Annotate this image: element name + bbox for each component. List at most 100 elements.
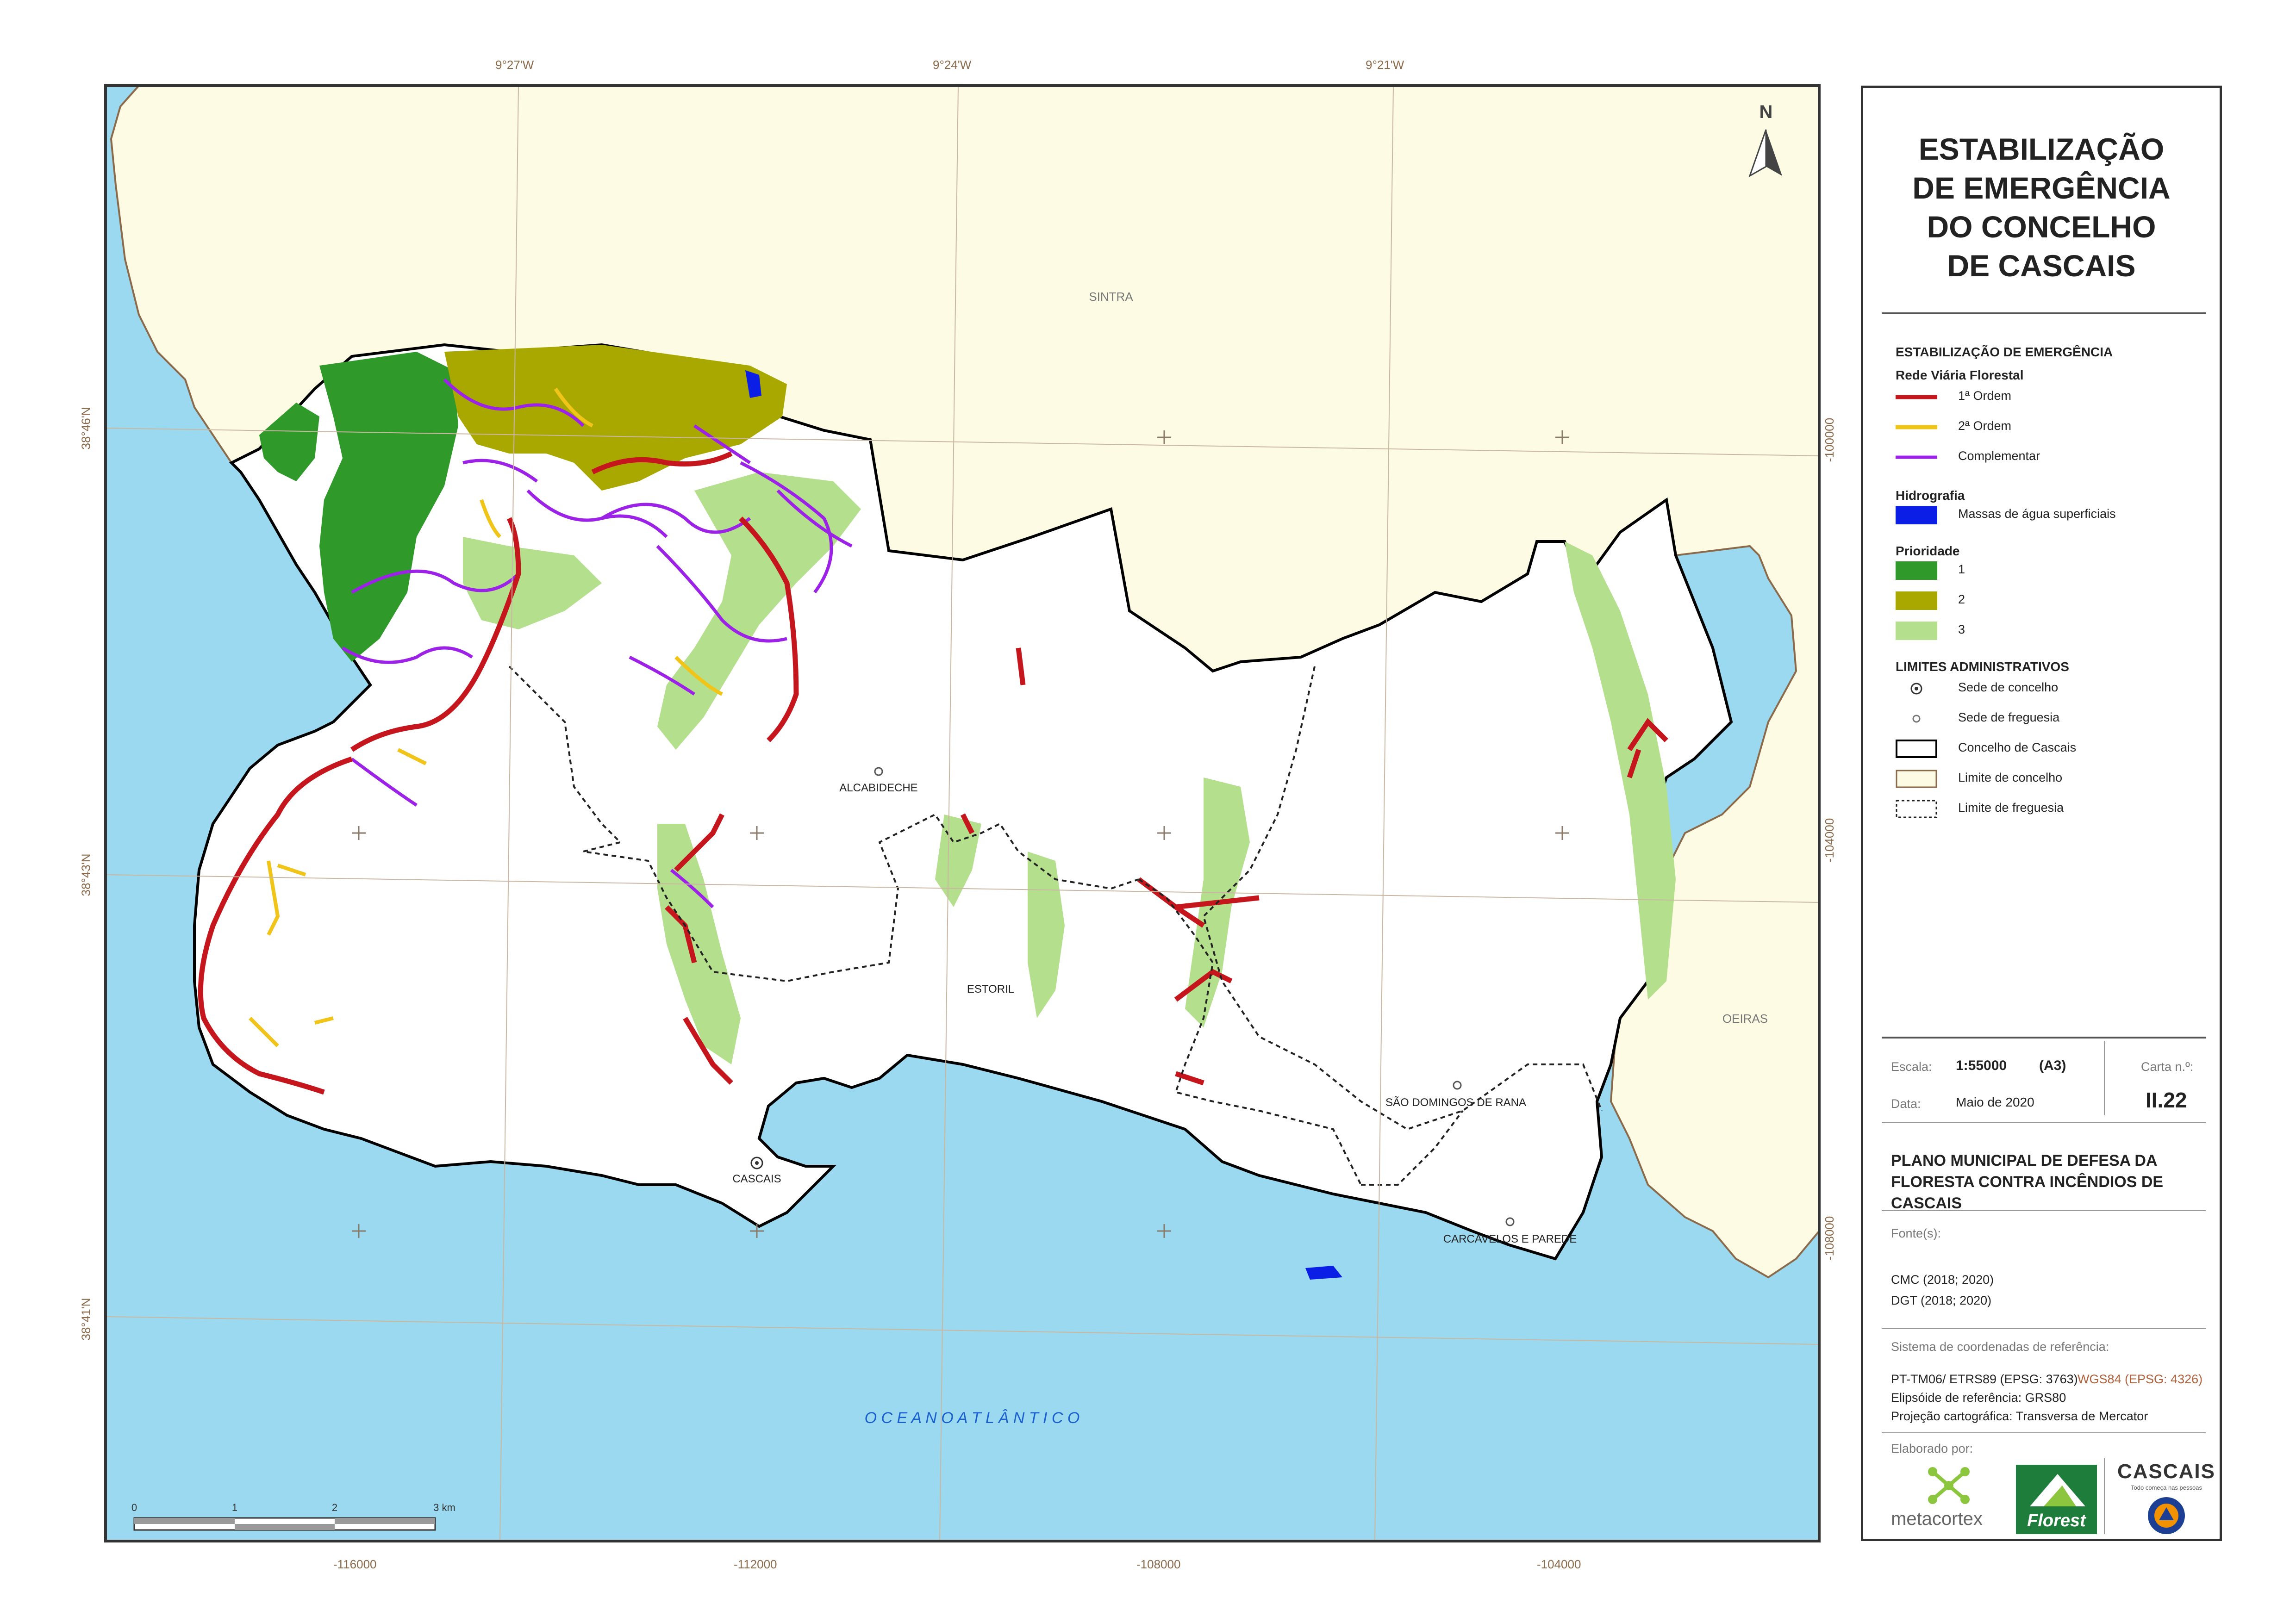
title-line-2: DE EMERGÊNCIA [1912, 171, 2171, 205]
elaborado-label: Elaborado por: [1891, 1442, 1973, 1455]
legend-label: Limite de concelho [1958, 771, 2063, 784]
scale-1: 1 [232, 1502, 237, 1513]
srs-projection: Projeção cartográfica: Transversa de Mer… [1891, 1409, 2148, 1423]
road-red-icon [1896, 395, 1937, 399]
florest-logo: Florest [2016, 1465, 2097, 1534]
legend-label: Limite de freguesia [1958, 801, 2064, 815]
label-alcabideche: ALCABIDECHE [839, 782, 917, 794]
legend-prioridade-title: Prioridade [1896, 544, 1960, 558]
fonte-2: DGT (2018; 2020) [1891, 1293, 1992, 1307]
legend-label: Sede de concelho [1958, 680, 2059, 694]
data-label: Data: [1891, 1097, 1921, 1111]
divider [1882, 1122, 2206, 1123]
map-canvas: SINTRA OEIRAS O C E A N O A T L Â N T I … [104, 84, 1821, 1542]
metacortex-icon [1928, 1467, 1970, 1504]
road-purple-icon [1896, 455, 1937, 459]
metacortex-logo: metacortex [1891, 1465, 2011, 1530]
coord-right-2: -104000 [1822, 818, 1837, 863]
coord-top-3: 9°21'W [1366, 58, 1404, 72]
fontes-label: Fonte(s): [1891, 1226, 1941, 1240]
map-title: ESTABILIZAÇÃO DE EMERGÊNCIA DO CONCELHO … [1863, 130, 2220, 285]
coord-left-2: 38°43'N [79, 853, 93, 896]
srs-label: Sistema de coordenadas de referência: [1891, 1340, 2109, 1354]
label-sintra: SINTRA [1089, 290, 1133, 304]
legend-label: Concelho de Cascais [1958, 740, 2077, 754]
coord-bottom-1: -116000 [333, 1557, 377, 1571]
coord-top-2: 9°24'W [933, 58, 972, 72]
fonte-1: CMC (2018; 2020) [1891, 1273, 1994, 1287]
water-swatch-icon [1896, 506, 1937, 524]
florest-text: Florest [2027, 1511, 2086, 1530]
sede-freguesia-icon [1912, 715, 1921, 723]
scale-3: 3 km [433, 1502, 455, 1513]
divider [1882, 312, 2206, 314]
legend-label: 1 [1958, 562, 1965, 576]
label-estoril: ESTORIL [967, 983, 1014, 995]
plan-line-1: PLANO MUNICIPAL DE DEFESA DA [1891, 1152, 2158, 1169]
legend-label: Complementar [1958, 449, 2040, 463]
label-sao-domingos: SÃO DOMINGOS DE RANA [1385, 1096, 1526, 1109]
carta-label: Carta n.º: [2141, 1060, 2194, 1074]
coord-left-3: 38°41'N [79, 1298, 93, 1341]
legend-label: Massas de água superficiais [1958, 507, 2116, 521]
legend-item-limite-freguesia: Limite de freguesia [1896, 796, 2210, 820]
title-line-3: DO CONCELHO [1927, 210, 2156, 244]
divider [1882, 1037, 2206, 1038]
coord-right-1: -100000 [1822, 417, 1837, 462]
priority-3-swatch-icon [1896, 622, 1937, 640]
divider [1882, 1210, 2206, 1211]
legend-limites-title: LIMITES ADMINISTRATIVOS [1896, 659, 2069, 674]
metacortex-text: metacortex [1891, 1509, 1983, 1529]
escala-value: 1:55000 [1956, 1058, 2007, 1073]
scale-0: 0 [131, 1502, 137, 1513]
srs-wgs: WGS84 (EPSG: 4326) [2078, 1372, 2203, 1386]
north-arrow-label: N [1759, 102, 1773, 122]
legend-item-p3: 3 [1896, 618, 2210, 642]
data-value: Maio de 2020 [1956, 1095, 2034, 1109]
label-cascais: CASCAIS [732, 1173, 781, 1185]
escala-label: Escala: [1891, 1060, 1932, 1074]
legend-label: 3 [1958, 622, 1965, 636]
legend-item-p1: 1 [1896, 558, 2210, 582]
legend-item-ordem2: 2ª Ordem [1896, 414, 2210, 438]
sede-concelho-marker [755, 1161, 759, 1165]
scale-2: 2 [332, 1502, 337, 1513]
road-yellow-icon [1896, 425, 1937, 429]
plan-title: PLANO MUNICIPAL DE DEFESA DA FLORESTA CO… [1891, 1150, 2220, 1214]
coord-bottom-4: -104000 [1537, 1557, 1581, 1571]
label-ocean: O C E A N O A T L Â N T I C O [865, 1409, 1080, 1427]
legend-rede-title: Rede Viária Florestal [1896, 368, 2024, 382]
logo-divider [2104, 1458, 2105, 1534]
sede-freguesia-marker [874, 767, 883, 776]
civil-protection-icon [2148, 1497, 2185, 1534]
legend-label: 2 [1958, 592, 1965, 606]
legend-panel: ESTABILIZAÇÃO DE EMERGÊNCIA DO CONCELHO … [1861, 86, 2222, 1541]
label-carcavelos: CARCAVELOS E PAREDE [1443, 1233, 1577, 1245]
legend-label: 2ª Ordem [1958, 419, 2012, 433]
legend-label: 1ª Ordem [1958, 389, 2012, 403]
divider [1882, 1328, 2206, 1329]
plan-line-2: FLORESTA CONTRA INCÊNDIOS DE CASCAIS [1891, 1173, 2164, 1212]
srs-main: PT-TM06/ ETRS89 (EPSG: 3763) [1891, 1372, 2078, 1386]
coord-right-3: -108000 [1822, 1216, 1837, 1261]
neighbor-swatch-icon [1896, 770, 1937, 788]
srs-ellipsoid: Elipsóide de referência: GRS80 [1891, 1391, 2066, 1405]
escala-format: (A3) [2039, 1058, 2066, 1073]
title-line-1: ESTABILIZAÇÃO [1918, 132, 2165, 166]
parish-swatch-icon [1896, 800, 1937, 818]
legend-item-complementar: Complementar [1896, 444, 2210, 468]
municipality-swatch-icon [1896, 740, 1937, 758]
sede-freguesia-marker [1453, 1081, 1462, 1090]
priority-2-swatch-icon [1896, 591, 1937, 610]
legend-section-title: ESTABILIZAÇÃO DE EMERGÊNCIA [1896, 345, 2113, 359]
cascais-logo: CASCAIS Todo começa nas pessoas [2113, 1460, 2220, 1539]
label-oeiras: OEIRAS [1722, 1012, 1768, 1026]
cascais-logo-text: CASCAIS [2117, 1460, 2216, 1483]
carta-value: II.22 [2146, 1088, 2187, 1112]
legend-hidro-title: Hidrografia [1896, 488, 1965, 503]
florest-icon [2030, 1474, 2085, 1506]
legend-label: Sede de freguesia [1958, 710, 2060, 724]
divider [1882, 1432, 2206, 1433]
coord-bottom-3: -108000 [1136, 1557, 1181, 1571]
legend-item-concelho-cascais: Concelho de Cascais [1896, 736, 2210, 760]
